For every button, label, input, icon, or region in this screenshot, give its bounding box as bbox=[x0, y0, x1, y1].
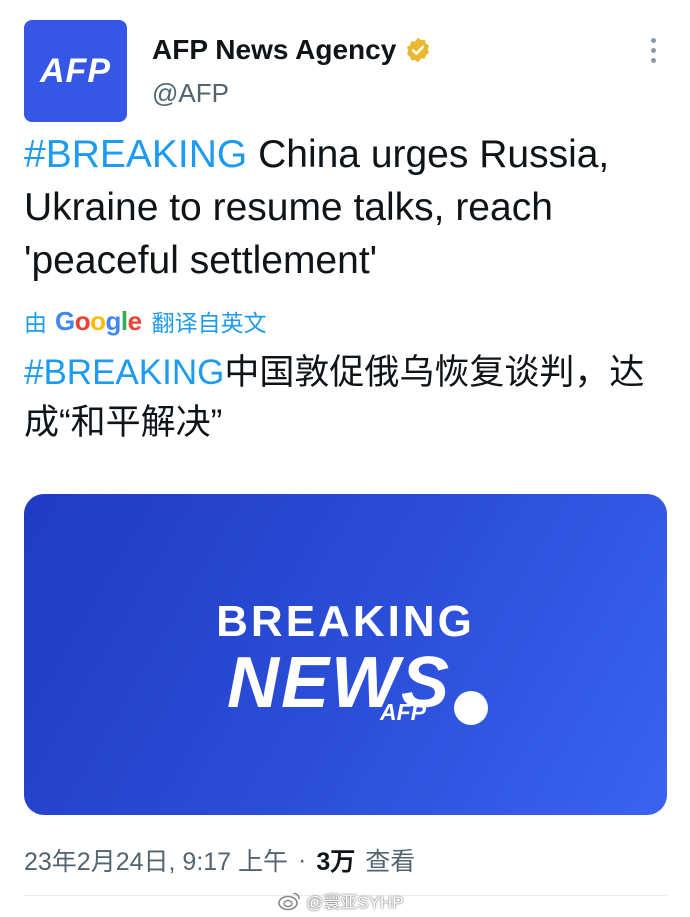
translated-hashtag-link[interactable]: #BREAKING bbox=[24, 353, 224, 392]
name-row: AFP News Agency bbox=[152, 34, 432, 66]
views-count: 3万 bbox=[316, 848, 356, 876]
timestamp[interactable]: 23年2月24日, 9:17 上午 bbox=[24, 842, 288, 878]
account-handle[interactable]: @AFP bbox=[152, 78, 229, 109]
verified-badge-icon bbox=[407, 37, 430, 63]
translated-text: #BREAKING中国敦促俄乌恢复谈判，达成“和平解决” bbox=[24, 348, 664, 448]
media-afp-logo: AFP bbox=[380, 699, 426, 725]
display-name[interactable]: AFP News Agency bbox=[152, 34, 396, 66]
tweet-text: #BREAKING China urges Russia, Ukraine to… bbox=[24, 128, 664, 287]
views-label: 查看 bbox=[365, 848, 416, 876]
avatar-logo-text: AFP bbox=[40, 51, 111, 90]
more-options-icon[interactable] bbox=[648, 38, 658, 68]
media-breaking-text: BREAKING bbox=[216, 597, 475, 646]
weibo-logo-icon bbox=[278, 892, 300, 910]
hashtag-link[interactable]: #BREAKING bbox=[24, 133, 247, 176]
media-image[interactable]: BREAKING NEWS AFP bbox=[24, 494, 667, 815]
tweet-meta: 23年2月24日, 9:17 上午 · 3万 查看 bbox=[24, 842, 415, 878]
meta-separator: · bbox=[298, 845, 307, 874]
google-logo: Google bbox=[55, 305, 142, 336]
avatar[interactable]: AFP bbox=[24, 20, 127, 122]
translate-attribution[interactable]: 由 Google 翻译自英文 bbox=[24, 304, 267, 338]
tweet-header: AFP AFP News Agency @AFP bbox=[24, 20, 666, 122]
watermark-text: @寰亚SYHP bbox=[306, 893, 404, 912]
media-logo-dot bbox=[454, 691, 488, 725]
translate-prefix: 由 bbox=[24, 310, 47, 336]
watermark: @寰亚SYHP bbox=[278, 888, 404, 913]
translate-suffix: 翻译自英文 bbox=[151, 310, 267, 336]
